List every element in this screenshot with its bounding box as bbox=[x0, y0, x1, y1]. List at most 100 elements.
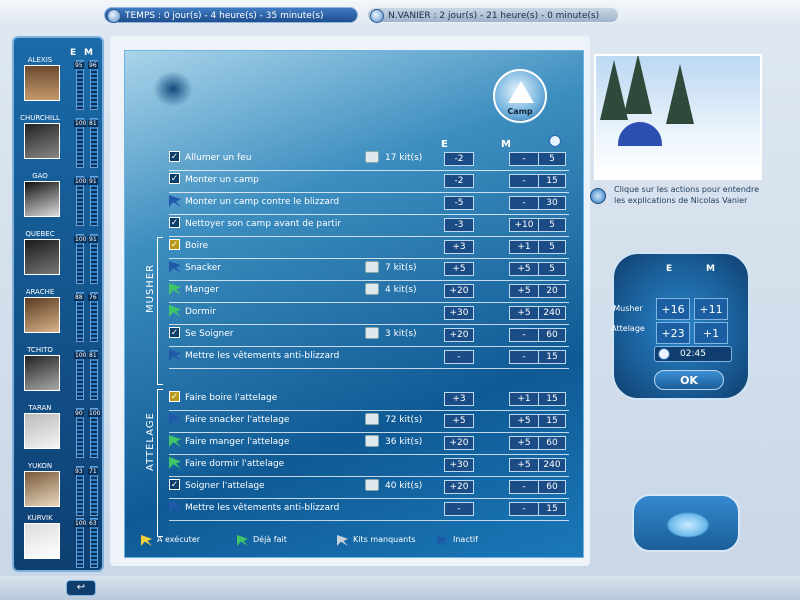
done-arrow-icon bbox=[169, 435, 181, 447]
checkbox-icon[interactable]: ✓ bbox=[169, 217, 180, 228]
attelage-bracket bbox=[157, 389, 163, 537]
dog-portrait[interactable] bbox=[24, 65, 60, 101]
morale-value: 76 bbox=[88, 294, 98, 301]
checkbox-icon[interactable]: ✓ bbox=[169, 239, 180, 250]
dog-name: TCHITO bbox=[27, 346, 53, 354]
snack-icon bbox=[365, 261, 379, 273]
clock-icon bbox=[107, 9, 121, 23]
action-e: +20 bbox=[444, 480, 474, 494]
action-e: - bbox=[444, 350, 474, 364]
inactive-arrow-icon bbox=[169, 413, 181, 425]
action-row[interactable]: ✓ Allumer un feu 17 kit(s) -2 - 5 bbox=[169, 149, 569, 171]
action-row[interactable]: Faire dormir l'attelage +30 +5 240 bbox=[169, 455, 569, 477]
action-e: -3 bbox=[444, 218, 474, 232]
hint-text: Clique sur les actions pour entendre les… bbox=[614, 185, 760, 205]
action-e: -2 bbox=[444, 174, 474, 188]
dog-portrait[interactable] bbox=[24, 471, 60, 507]
action-e: +20 bbox=[444, 328, 474, 342]
musher-bracket bbox=[157, 237, 163, 385]
gauge-musher-m: +11 bbox=[694, 298, 728, 320]
action-m: - bbox=[509, 480, 539, 494]
action-row[interactable]: Mettre les vêtements anti-blizzard - - 1… bbox=[169, 499, 569, 521]
action-m: - bbox=[509, 196, 539, 210]
team-panel: E M ALEXIS 95 96 CHURCHILL 100 81 GAO 10… bbox=[12, 36, 104, 572]
dog-portrait[interactable] bbox=[24, 413, 60, 449]
action-row[interactable]: ✓ Monter un camp -2 - 15 bbox=[169, 171, 569, 193]
legend-deja-fait: Déjà fait bbox=[237, 535, 287, 546]
dog-portrait[interactable] bbox=[24, 523, 60, 559]
action-kits: 4 kit(s) bbox=[385, 285, 417, 295]
action-m: +5 bbox=[509, 414, 539, 428]
dog-portrait[interactable] bbox=[24, 239, 60, 275]
candle-icon bbox=[365, 151, 379, 163]
morale-value: 96 bbox=[88, 62, 98, 69]
action-row[interactable]: Faire manger l'attelage 36 kit(s) +20 +5… bbox=[169, 433, 569, 455]
tree-shape bbox=[624, 56, 652, 114]
action-row[interactable]: Faire snacker l'attelage 72 kit(s) +5 +5… bbox=[169, 411, 569, 433]
action-e: +20 bbox=[444, 284, 474, 298]
checkbox-icon[interactable]: ✓ bbox=[169, 479, 180, 490]
action-row[interactable]: Dormir +30 +5 240 bbox=[169, 303, 569, 325]
timer-temps: TEMPS : 0 jour(s) - 4 heure(s) - 35 minu… bbox=[104, 7, 358, 23]
checkbox-icon[interactable]: ✓ bbox=[169, 151, 180, 162]
action-kits: 7 kit(s) bbox=[385, 263, 417, 273]
actions-panel: Camp E M MUSHER ATTELAGE ✓ Allumer un fe… bbox=[110, 36, 590, 566]
action-row[interactable]: Snacker 7 kit(s) +5 +5 5 bbox=[169, 259, 569, 281]
inactive-arrow-icon bbox=[169, 195, 181, 207]
dog-portrait[interactable] bbox=[24, 355, 60, 391]
morale-value: 91 bbox=[88, 178, 98, 185]
action-e: +5 bbox=[444, 414, 474, 428]
action-m: +10 bbox=[509, 218, 539, 232]
action-label: Faire boire l'attelage bbox=[185, 393, 278, 403]
legend-label: Inactif bbox=[453, 535, 478, 544]
action-row[interactable]: ✓ Boire +3 +1 5 bbox=[169, 237, 569, 259]
dog-quebec[interactable]: QUEBEC 100 91 bbox=[20, 230, 104, 288]
dog-portrait[interactable] bbox=[24, 181, 60, 217]
dog-portrait[interactable] bbox=[24, 123, 60, 159]
ok-button[interactable]: OK bbox=[654, 370, 724, 390]
action-label: Monter un camp bbox=[185, 175, 259, 185]
action-label: Monter un camp contre le blizzard bbox=[185, 197, 340, 207]
action-label: Faire snacker l'attelage bbox=[185, 415, 290, 425]
medkit-icon bbox=[365, 327, 379, 339]
action-row[interactable]: Manger 4 kit(s) +20 +5 20 bbox=[169, 281, 569, 303]
yellow-arrow-icon bbox=[141, 535, 152, 546]
action-row[interactable]: Mettre les vêtements anti-blizzard - - 1… bbox=[169, 347, 569, 369]
action-row[interactable]: ✓ Faire boire l'attelage +3 +1 15 bbox=[169, 389, 569, 411]
dog-alexis[interactable]: ALEXIS 95 96 bbox=[20, 56, 104, 114]
back-button[interactable]: ↩ bbox=[66, 580, 96, 596]
dog-taran[interactable]: TARAN 90 100 bbox=[20, 404, 104, 462]
inactive-arrow-icon bbox=[169, 261, 181, 273]
action-label: Faire dormir l'attelage bbox=[185, 459, 285, 469]
dog-team-button[interactable] bbox=[632, 494, 740, 552]
action-row[interactable]: ✓ Soigner l'attelage 40 kit(s) +20 - 60 bbox=[169, 477, 569, 499]
dog-portrait[interactable] bbox=[24, 297, 60, 333]
action-label: Mettre les vêtements anti-blizzard bbox=[185, 503, 340, 513]
action-label: Manger bbox=[185, 285, 219, 295]
energy-value: 90 bbox=[74, 410, 84, 417]
action-row[interactable]: ✓ Se Soigner 3 kit(s) +20 - 60 bbox=[169, 325, 569, 347]
dog-gao[interactable]: GAO 100 91 bbox=[20, 172, 104, 230]
action-label: Nettoyer son camp avant de partir bbox=[185, 219, 342, 229]
action-row[interactable]: Monter un camp contre le blizzard -5 - 3… bbox=[169, 193, 569, 215]
checkbox-icon[interactable]: ✓ bbox=[169, 327, 180, 338]
action-time: 20 bbox=[538, 284, 566, 298]
dog-arache[interactable]: ARACHE 88 76 bbox=[20, 288, 104, 346]
energy-value: 100 bbox=[74, 120, 88, 127]
action-m: +5 bbox=[509, 458, 539, 472]
action-row[interactable]: ✓ Nettoyer son camp avant de partir -3 +… bbox=[169, 215, 569, 237]
dog-kurvik[interactable]: KURVIK 100 63 bbox=[20, 514, 104, 572]
dog-name: CHURCHILL bbox=[20, 114, 60, 122]
blue-arrow-icon bbox=[437, 535, 448, 546]
dog-yukon[interactable]: YUKON 93 71 bbox=[20, 462, 104, 520]
dog-name: ARACHE bbox=[25, 288, 55, 296]
dog-tchito[interactable]: TCHITO 100 81 bbox=[20, 346, 104, 404]
action-m: +5 bbox=[509, 436, 539, 450]
dog-churchill[interactable]: CHURCHILL 100 81 bbox=[20, 114, 104, 172]
action-time: 5 bbox=[538, 152, 566, 166]
checkbox-icon[interactable]: ✓ bbox=[169, 173, 180, 184]
action-time: 5 bbox=[538, 262, 566, 276]
speaker-icon[interactable] bbox=[590, 188, 606, 204]
checkbox-icon[interactable]: ✓ bbox=[169, 391, 180, 402]
inactive-arrow-icon bbox=[169, 349, 181, 361]
